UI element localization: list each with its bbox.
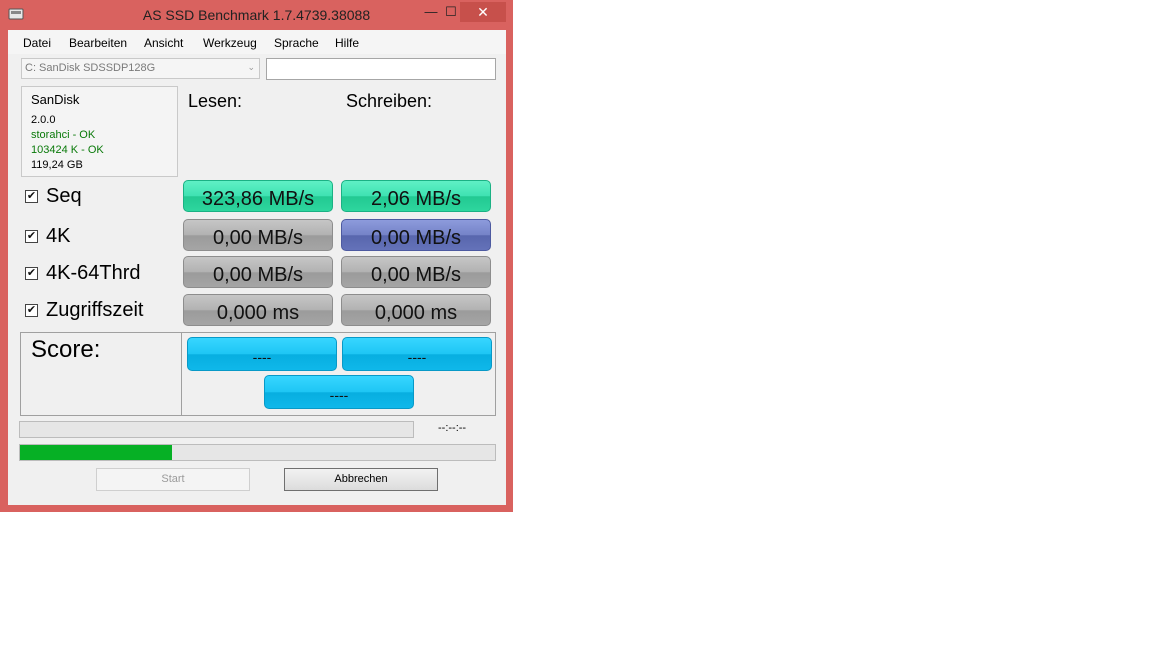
firmware-version: 2.0.0 <box>31 114 56 126</box>
menu-datei[interactable]: Datei <box>23 36 51 50</box>
menu-sprache[interactable]: Sprache <box>274 36 319 50</box>
score-divider <box>181 333 182 415</box>
driver-status: storahci - OK <box>31 129 96 141</box>
drive-select-value: C: SanDisk SDSSDP128G <box>25 62 156 74</box>
menu-bearbeiten[interactable]: Bearbeiten <box>69 36 127 50</box>
4k64-write-value: 0,00 MB/s <box>341 256 491 288</box>
seq-checkbox[interactable]: ✔ <box>25 190 38 203</box>
write-header: Schreiben: <box>346 91 433 111</box>
seq-write-value: 2,06 MB/s <box>341 180 491 212</box>
client-area: Datei Bearbeiten Ansicht Werkzeug Sprach… <box>8 30 506 505</box>
overall-progress-fill <box>20 445 172 460</box>
result-field[interactable] <box>266 58 496 80</box>
test-progress-bar <box>19 421 414 438</box>
drive-info-box: SanDisk 2.0.0 storahci - OK 103424 K - O… <box>21 86 178 177</box>
app-window: AS SSD Benchmark 1.7.4739.38088 — ☐ ✕ Da… <box>0 0 513 512</box>
access-time-label: Zugriffszeit <box>46 299 144 321</box>
score-panel: Score: ---- ---- ---- <box>20 332 496 416</box>
access-write-value: 0,000 ms <box>341 294 491 326</box>
menu-ansicht[interactable]: Ansicht <box>144 36 183 50</box>
access-time-checkbox[interactable]: ✔ <box>25 304 38 317</box>
start-button[interactable]: Start <box>96 468 250 491</box>
4k64-read-value: 0,00 MB/s <box>183 256 333 288</box>
4k-checkbox[interactable]: ✔ <box>25 230 38 243</box>
cancel-button[interactable]: Abbrechen <box>284 468 438 491</box>
menu-werkzeug[interactable]: Werkzeug <box>203 36 257 50</box>
seq-label: Seq <box>46 185 82 207</box>
drive-name: SanDisk <box>31 92 80 107</box>
score-label: Score: <box>31 336 101 363</box>
4k64-checkbox[interactable]: ✔ <box>25 267 38 280</box>
overall-progress-bar <box>19 444 496 461</box>
score-read: ---- <box>187 337 337 371</box>
drive-size: 119,24 GB <box>31 159 83 171</box>
chevron-down-icon: ⌄ <box>247 62 255 72</box>
close-button[interactable]: ✕ <box>460 2 506 22</box>
elapsed-time: --:--:-- <box>438 422 467 434</box>
4k-read-value: 0,00 MB/s <box>183 219 333 251</box>
access-read-value: 0,000 ms <box>183 294 333 326</box>
score-total: ---- <box>264 375 414 409</box>
menu-bar: Datei Bearbeiten Ansicht Werkzeug Sprach… <box>8 30 506 54</box>
score-write: ---- <box>342 337 492 371</box>
drive-select[interactable]: C: SanDisk SDSSDP128G ⌄ <box>21 58 260 79</box>
4k-label: 4K <box>46 225 71 247</box>
alignment-status: 103424 K - OK <box>31 144 104 156</box>
read-header: Lesen: <box>188 91 243 111</box>
menu-hilfe[interactable]: Hilfe <box>335 36 359 50</box>
seq-read-value: 323,86 MB/s <box>183 180 333 212</box>
title-bar[interactable]: AS SSD Benchmark 1.7.4739.38088 — ☐ ✕ <box>0 0 513 30</box>
4k64-label: 4K-64Thrd <box>46 262 141 284</box>
4k-write-value: 0,00 MB/s <box>341 219 491 251</box>
